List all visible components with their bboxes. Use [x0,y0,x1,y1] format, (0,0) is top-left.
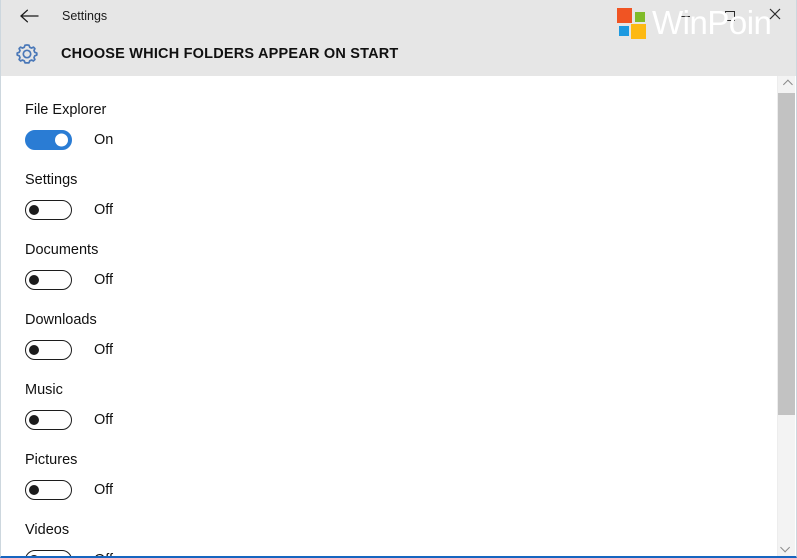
title-bar: Settings [1,0,796,32]
folder-label: Downloads [25,312,97,328]
close-icon [769,7,781,25]
folder-toggle[interactable] [25,410,72,430]
gear-icon [14,41,40,67]
toggle-knob [29,415,39,425]
folder-toggle[interactable] [25,480,72,500]
toggle-knob [29,555,39,556]
minimize-button[interactable] [661,0,707,32]
minimize-icon [678,15,690,17]
toggle-state-label: Off [94,272,114,288]
toggle-state-label: Off [94,342,114,358]
toggle-state-label: Off [94,482,114,498]
folder-toggle[interactable] [25,130,72,150]
toggle-row: Off [25,200,325,220]
back-arrow-icon [19,9,39,23]
toggle-row: Off [25,340,325,360]
folder-toggle[interactable] [25,200,72,220]
folder-label: Settings [25,172,78,188]
folder-toggle[interactable] [25,340,72,360]
folder-label: Documents [25,242,99,258]
folder-toggle[interactable] [25,550,72,556]
scroll-up-button[interactable] [778,76,795,93]
folder-label: Videos [25,522,70,538]
folder-item: Documents Off [25,241,325,290]
toggle-row: Off [25,410,325,430]
back-button[interactable] [7,0,51,32]
scroll-down-button[interactable] [778,539,795,556]
toggle-state-label: Off [94,202,114,218]
folder-item: Music Off [25,381,325,430]
toggle-row: Off [25,550,325,556]
chevron-up-icon [782,79,793,90]
toggle-knob [29,205,39,215]
toggle-knob [29,275,39,285]
page-title: CHOOSE WHICH FOLDERS APPEAR ON START [61,46,399,62]
titlebar-title: Settings [62,9,108,23]
folder-toggle[interactable] [25,270,72,290]
scrollbar-thumb[interactable] [778,93,795,415]
toggle-knob [29,485,39,495]
folder-item: Downloads Off [25,311,325,360]
toggle-state-label: On [94,132,114,148]
toggle-state-label: Off [94,552,113,556]
folder-item: Settings Off [25,171,325,220]
toggle-row: Off [25,270,325,290]
chevron-down-icon [780,542,791,553]
close-button[interactable] [752,0,796,32]
toggle-row: Off [25,480,325,500]
toggle-knob [29,345,39,355]
settings-window: Settings WinPoin CHOOSE WHICH FOLDERS AP… [0,0,797,558]
folder-item: Videos Off [25,521,325,556]
toggle-state-label: Off [94,412,114,428]
folder-label: Music [25,382,63,398]
toggle-knob [55,133,68,147]
toggle-row: On [25,130,325,150]
folder-item: File Explorer On [25,101,325,150]
folder-label: File Explorer [25,102,107,118]
folders-list: File Explorer On Settings Off Documents Off Do… [2,76,779,556]
maximize-button[interactable] [707,0,753,32]
maximize-icon [725,11,735,21]
vertical-scrollbar[interactable] [777,76,795,556]
folder-item: Pictures Off [25,451,325,500]
page-header: CHOOSE WHICH FOLDERS APPEAR ON START [1,32,796,76]
folder-label: Pictures [25,452,78,468]
